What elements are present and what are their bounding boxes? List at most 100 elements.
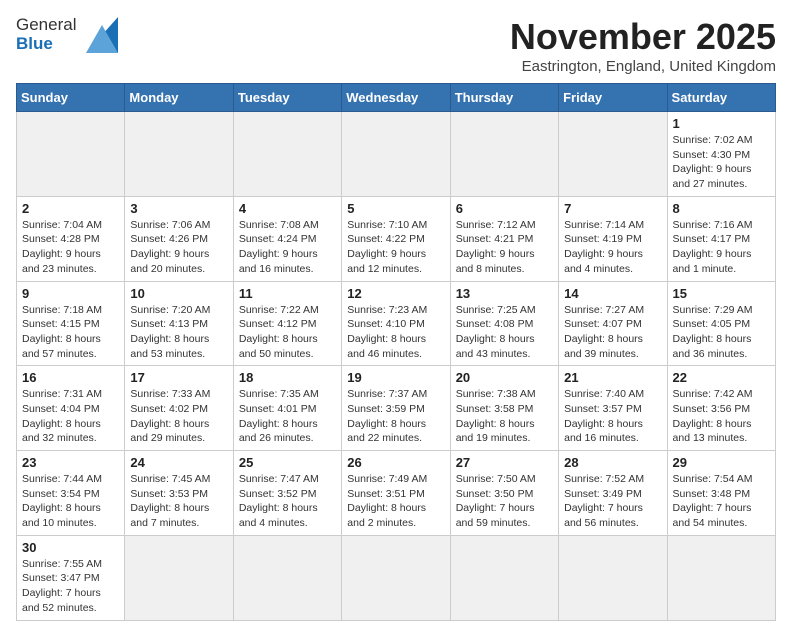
calendar-table: SundayMondayTuesdayWednesdayThursdayFrid… — [16, 83, 776, 621]
page-header: General Blue November 2025 Eastrington, … — [16, 16, 776, 75]
day-info: Sunrise: 7:50 AMSunset: 3:50 PMDaylight:… — [456, 472, 553, 531]
day-info: Sunrise: 7:14 AMSunset: 4:19 PMDaylight:… — [564, 218, 661, 277]
calendar-cell: 5Sunrise: 7:10 AMSunset: 4:22 PMDaylight… — [342, 196, 450, 281]
day-info: Sunrise: 7:08 AMSunset: 4:24 PMDaylight:… — [239, 218, 336, 277]
day-info: Sunrise: 7:38 AMSunset: 3:58 PMDaylight:… — [456, 387, 553, 446]
day-number: 23 — [22, 455, 119, 470]
calendar-cell: 6 Sunrise: 7:12 AMSunset: 4:21 PMDaylight… — [450, 196, 558, 281]
day-number: 29 — [673, 455, 770, 470]
calendar-cell: 10 Sunrise: 7:20 AMSunset: 4:13 PMDayligh… — [125, 281, 233, 366]
calendar-cell: 20 Sunrise: 7:38 AMSunset: 3:58 PMDayligh… — [450, 366, 558, 451]
weekday-header-friday: Friday — [559, 84, 667, 112]
logo-icon — [82, 17, 118, 53]
calendar-cell: 14 Sunrise: 7:27 AMSunset: 4:07 PMDayligh… — [559, 281, 667, 366]
day-number: 21 — [564, 370, 661, 385]
weekday-header-sunday: Sunday — [17, 84, 125, 112]
day-number: 18 — [239, 370, 336, 385]
calendar-cell: 16 Sunrise: 7:31 AMSunset: 4:04 PMDayligh… — [17, 366, 125, 451]
day-number: 19 — [347, 370, 444, 385]
weekday-header-tuesday: Tuesday — [233, 84, 341, 112]
weekday-header-thursday: Thursday — [450, 84, 558, 112]
day-number: 6 — [456, 201, 553, 216]
day-info: Sunrise: 7:29 AMSunset: 4:05 PMDaylight:… — [673, 303, 770, 362]
day-number: 3 — [130, 201, 227, 216]
calendar-cell: 29 Sunrise: 7:54 AMSunset: 3:48 PMDayligh… — [667, 451, 775, 536]
day-number: 7 — [564, 201, 661, 216]
calendar-cell: 26 Sunrise: 7:49 AMSunset: 3:51 PMDayligh… — [342, 451, 450, 536]
calendar-cell — [667, 535, 775, 620]
day-info: Sunrise: 7:52 AMSunset: 3:49 PMDaylight:… — [564, 472, 661, 531]
day-info: Sunrise: 7:23 AMSunset: 4:10 PMDaylight:… — [347, 303, 444, 362]
calendar-cell: 22 Sunrise: 7:42 AMSunset: 3:56 PMDayligh… — [667, 366, 775, 451]
day-info: Sunrise: 7:54 AMSunset: 3:48 PMDaylight:… — [673, 472, 770, 531]
calendar-cell — [342, 535, 450, 620]
day-number: 20 — [456, 370, 553, 385]
day-number: 9 — [22, 286, 119, 301]
week-row-5: 30Sunrise: 7:55 AMSunset: 3:47 PMDayligh… — [17, 535, 776, 620]
day-number: 28 — [564, 455, 661, 470]
day-info: Sunrise: 7:45 AMSunset: 3:53 PMDaylight:… — [130, 472, 227, 531]
calendar-cell: 9Sunrise: 7:18 AMSunset: 4:15 PMDaylight… — [17, 281, 125, 366]
calendar-cell: 19Sunrise: 7:37 AMSunset: 3:59 PMDayligh… — [342, 366, 450, 451]
week-row-4: 23 Sunrise: 7:44 AMSunset: 3:54 PMDayligh… — [17, 451, 776, 536]
day-number: 16 — [22, 370, 119, 385]
month-title: November 2025 — [510, 16, 776, 58]
day-info: Sunrise: 7:35 AMSunset: 4:01 PMDaylight:… — [239, 387, 336, 446]
day-info: Sunrise: 7:12 AMSunset: 4:21 PMDaylight:… — [456, 218, 553, 277]
calendar-cell: 1 Sunrise: 7:02 AMSunset: 4:30 PMDaylight… — [667, 112, 775, 197]
day-number: 1 — [673, 116, 770, 131]
day-number: 22 — [673, 370, 770, 385]
week-row-0: 1 Sunrise: 7:02 AMSunset: 4:30 PMDaylight… — [17, 112, 776, 197]
calendar-cell: 4 Sunrise: 7:08 AMSunset: 4:24 PMDaylight… — [233, 196, 341, 281]
day-number: 17 — [130, 370, 227, 385]
calendar-cell: 2 Sunrise: 7:04 AMSunset: 4:28 PMDaylight… — [17, 196, 125, 281]
day-number: 14 — [564, 286, 661, 301]
day-info: Sunrise: 7:55 AMSunset: 3:47 PMDaylight:… — [22, 557, 119, 616]
location: Eastrington, England, United Kingdom — [510, 58, 776, 75]
day-number: 8 — [673, 201, 770, 216]
day-number: 26 — [347, 455, 444, 470]
week-row-3: 16 Sunrise: 7:31 AMSunset: 4:04 PMDayligh… — [17, 366, 776, 451]
calendar-cell: 13 Sunrise: 7:25 AMSunset: 4:08 PMDayligh… — [450, 281, 558, 366]
calendar-cell — [17, 112, 125, 197]
logo-text: General Blue — [16, 16, 76, 53]
day-info: Sunrise: 7:06 AMSunset: 4:26 PMDaylight:… — [130, 218, 227, 277]
week-row-2: 9Sunrise: 7:18 AMSunset: 4:15 PMDaylight… — [17, 281, 776, 366]
calendar-cell: 30Sunrise: 7:55 AMSunset: 3:47 PMDayligh… — [17, 535, 125, 620]
calendar-cell: 24 Sunrise: 7:45 AMSunset: 3:53 PMDayligh… — [125, 451, 233, 536]
week-row-1: 2 Sunrise: 7:04 AMSunset: 4:28 PMDaylight… — [17, 196, 776, 281]
day-number: 2 — [22, 201, 119, 216]
weekday-header-saturday: Saturday — [667, 84, 775, 112]
calendar-cell: 18 Sunrise: 7:35 AMSunset: 4:01 PMDayligh… — [233, 366, 341, 451]
calendar-cell — [342, 112, 450, 197]
day-info: Sunrise: 7:47 AMSunset: 3:52 PMDaylight:… — [239, 472, 336, 531]
day-number: 13 — [456, 286, 553, 301]
day-info: Sunrise: 7:02 AMSunset: 4:30 PMDaylight:… — [673, 133, 770, 192]
day-info: Sunrise: 7:42 AMSunset: 3:56 PMDaylight:… — [673, 387, 770, 446]
calendar-cell: 3 Sunrise: 7:06 AMSunset: 4:26 PMDaylight… — [125, 196, 233, 281]
calendar-cell: 12Sunrise: 7:23 AMSunset: 4:10 PMDayligh… — [342, 281, 450, 366]
day-info: Sunrise: 7:22 AMSunset: 4:12 PMDaylight:… — [239, 303, 336, 362]
calendar-cell — [559, 112, 667, 197]
calendar-cell: 17 Sunrise: 7:33 AMSunset: 4:02 PMDayligh… — [125, 366, 233, 451]
day-info: Sunrise: 7:49 AMSunset: 3:51 PMDaylight:… — [347, 472, 444, 531]
day-number: 10 — [130, 286, 227, 301]
day-number: 24 — [130, 455, 227, 470]
calendar-cell — [450, 535, 558, 620]
day-info: Sunrise: 7:25 AMSunset: 4:08 PMDaylight:… — [456, 303, 553, 362]
title-area: November 2025 Eastrington, England, Unit… — [510, 16, 776, 75]
calendar-cell: 7 Sunrise: 7:14 AMSunset: 4:19 PMDaylight… — [559, 196, 667, 281]
day-info: Sunrise: 7:27 AMSunset: 4:07 PMDaylight:… — [564, 303, 661, 362]
day-number: 4 — [239, 201, 336, 216]
day-info: Sunrise: 7:33 AMSunset: 4:02 PMDaylight:… — [130, 387, 227, 446]
day-number: 11 — [239, 286, 336, 301]
calendar-cell: 28 Sunrise: 7:52 AMSunset: 3:49 PMDayligh… — [559, 451, 667, 536]
day-info: Sunrise: 7:31 AMSunset: 4:04 PMDaylight:… — [22, 387, 119, 446]
day-info: Sunrise: 7:44 AMSunset: 3:54 PMDaylight:… — [22, 472, 119, 531]
weekday-header-monday: Monday — [125, 84, 233, 112]
day-info: Sunrise: 7:04 AMSunset: 4:28 PMDaylight:… — [22, 218, 119, 277]
day-info: Sunrise: 7:20 AMSunset: 4:13 PMDaylight:… — [130, 303, 227, 362]
calendar-cell: 25Sunrise: 7:47 AMSunset: 3:52 PMDayligh… — [233, 451, 341, 536]
day-info: Sunrise: 7:10 AMSunset: 4:22 PMDaylight:… — [347, 218, 444, 277]
calendar-cell — [559, 535, 667, 620]
